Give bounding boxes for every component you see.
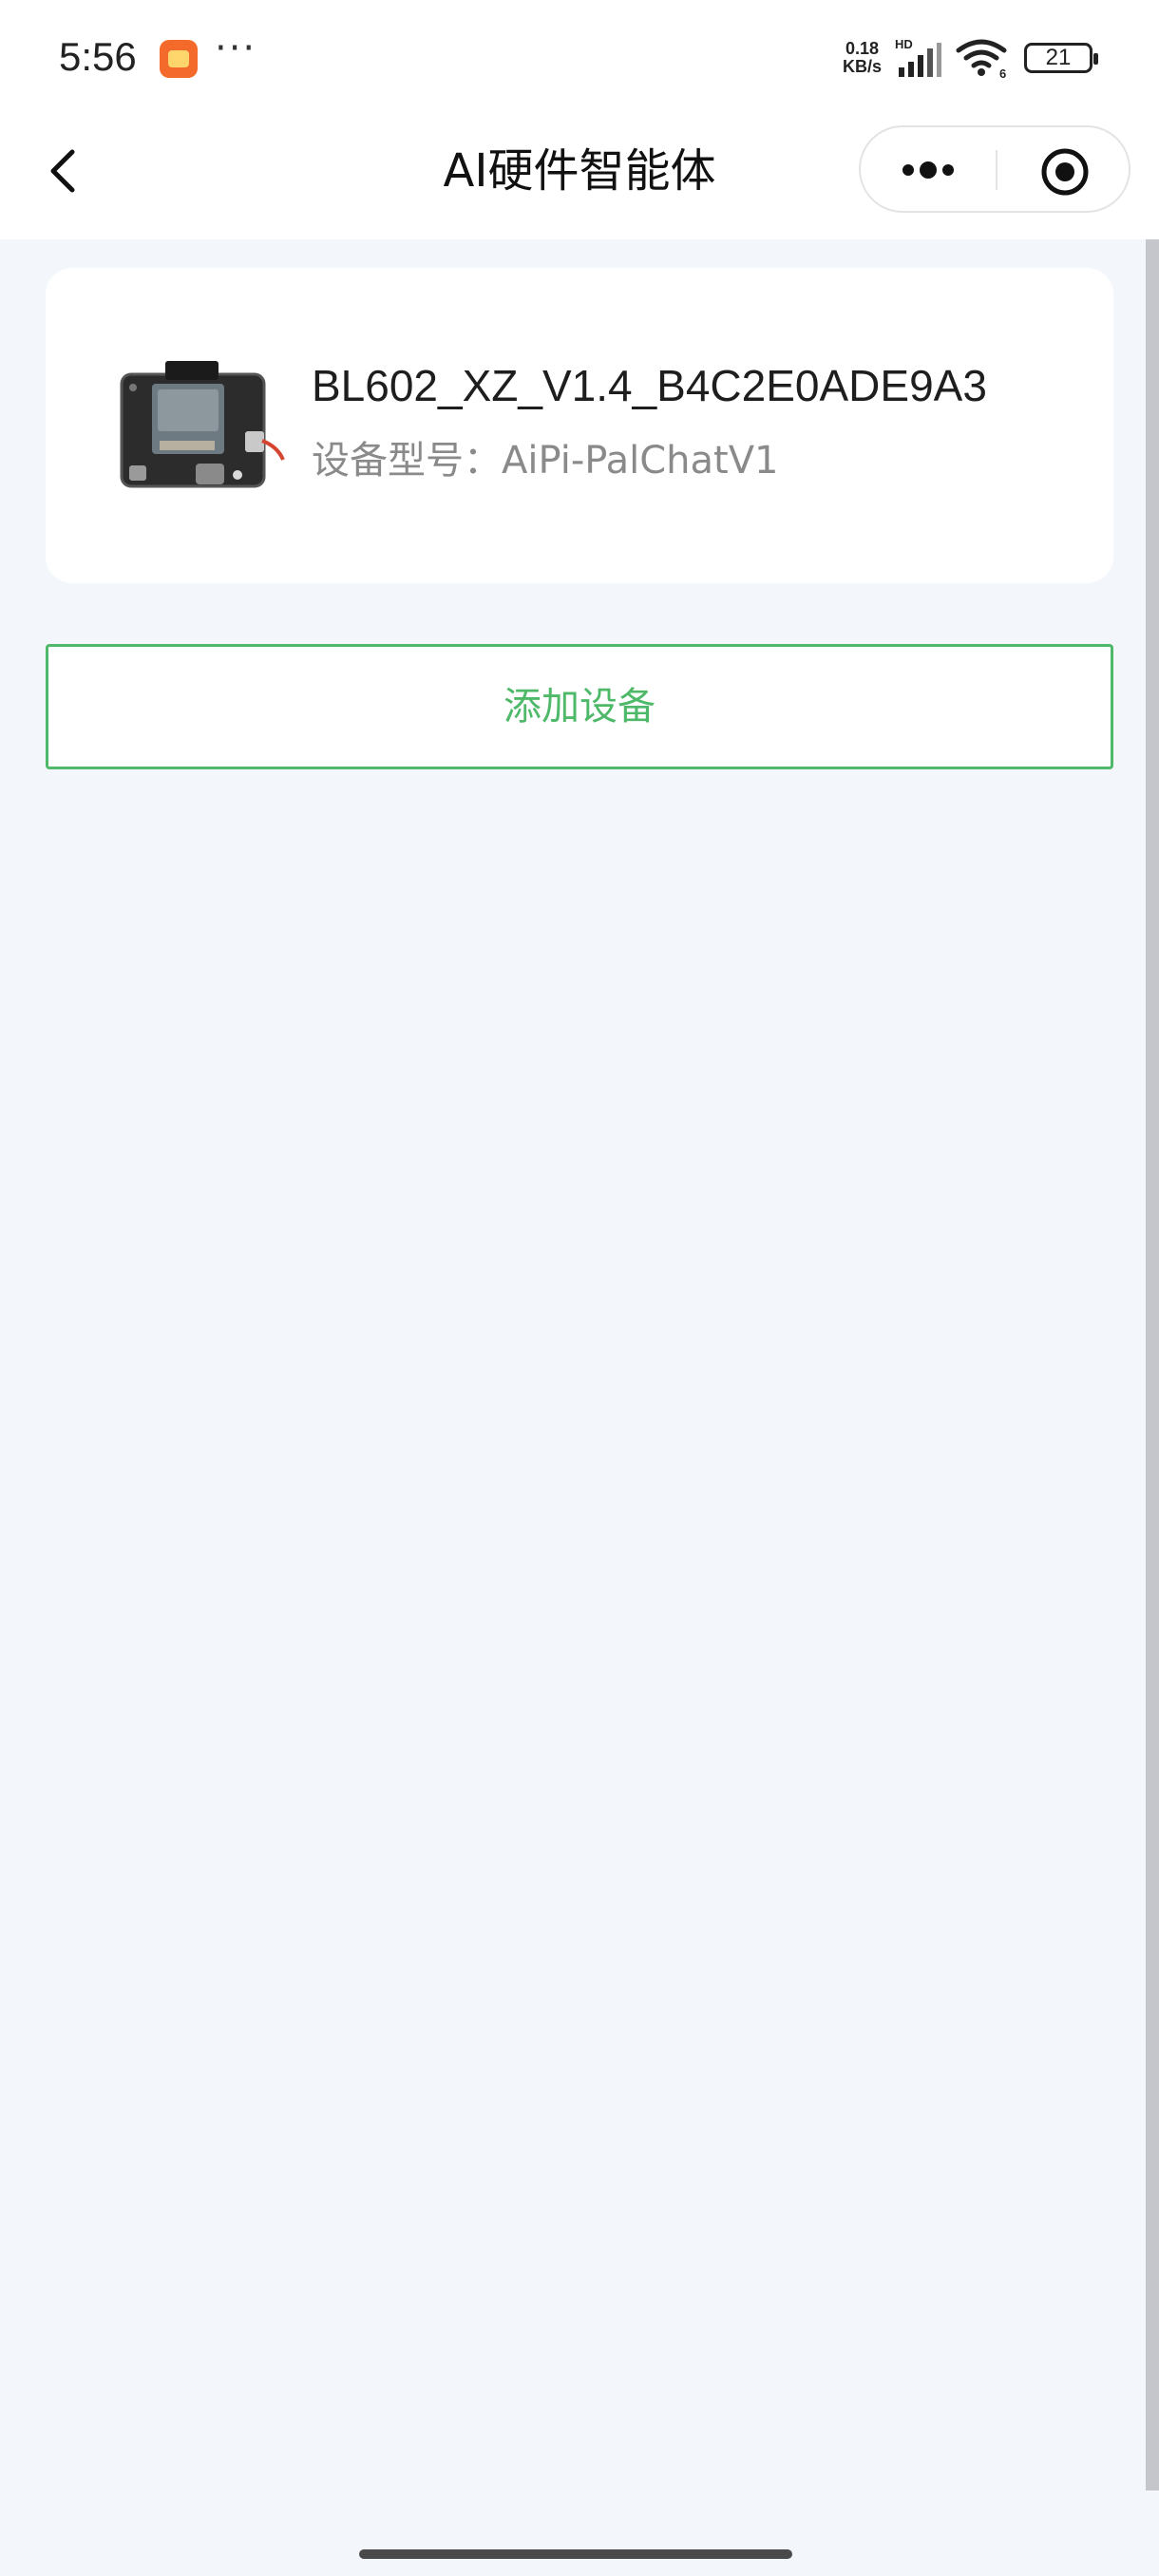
mini-program-capsule — [859, 125, 1130, 213]
add-device-button[interactable]: 添加设备 — [46, 644, 1113, 769]
capsule-divider — [996, 150, 998, 190]
device-name: BL602_XZ_V1.4_B4C2E0ADE9A3 — [312, 361, 987, 410]
network-speed-unit: KB/s — [842, 57, 882, 76]
mini-program-close-icon — [1041, 148, 1089, 196]
app-notification-icon — [160, 40, 198, 78]
device-model: 设备型号：AiPi-PalChatV1 — [312, 439, 779, 483]
navigation-bar: AI硬件智能体 — [0, 114, 1159, 239]
device-card[interactable]: BL602_XZ_V1.4_B4C2E0ADE9A3 设备型号：AiPi-Pal… — [46, 268, 1113, 583]
device-board-image — [120, 361, 285, 488]
status-bar: 5:56 ··· 0.18 KB/s HD 6 21 — [0, 0, 1159, 114]
network-speed: 0.18 KB/s — [843, 40, 882, 76]
wifi-6-label: 6 — [999, 66, 1006, 79]
signal-hd-label: HD — [895, 37, 913, 51]
status-indicators: 0.18 KB/s HD 6 21 — [843, 36, 1098, 80]
close-mini-program-button[interactable] — [1039, 146, 1091, 198]
network-speed-value: 0.18 — [845, 39, 880, 58]
wifi-icon: 6 — [956, 39, 1007, 79]
battery-icon: 21 — [1024, 43, 1098, 73]
scrollbar[interactable] — [1146, 239, 1159, 2491]
home-indicator[interactable] — [359, 2549, 792, 2559]
more-button[interactable] — [893, 146, 963, 194]
more-icon — [902, 161, 954, 179]
signal-icon: HD — [895, 37, 941, 77]
status-more-indicator: ··· — [215, 27, 257, 70]
status-time: 5:56 — [59, 34, 137, 79]
